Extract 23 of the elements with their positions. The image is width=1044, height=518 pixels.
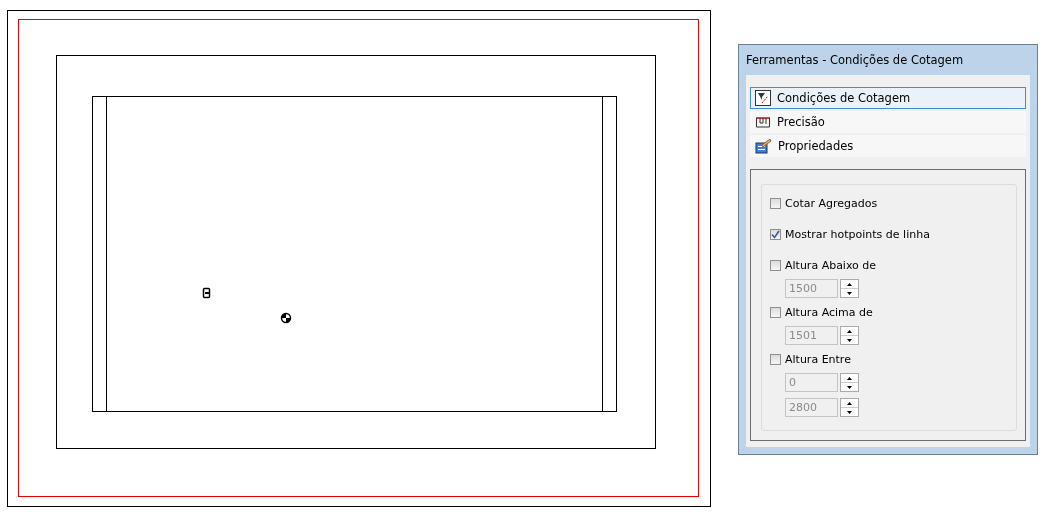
checkbox[interactable] [770, 259, 781, 271]
section-item[interactable]: Precisão [750, 111, 1026, 133]
hotpoint-icon [202, 287, 211, 299]
panel-title: Ferramentas - Condições de Cotagem [746, 52, 965, 69]
checkbox[interactable] [770, 353, 781, 365]
checkbox-label: Altura Entre [785, 352, 851, 366]
filter-icon [755, 90, 771, 106]
checkbox-label: Altura Abaixo de [785, 258, 877, 272]
checkbox[interactable] [770, 306, 781, 318]
spin-buttons[interactable] [840, 326, 859, 345]
target-icon [280, 312, 292, 324]
checkbox[interactable] [770, 228, 781, 240]
checkbox-label: Cotar Agregados [785, 196, 878, 210]
spin-buttons[interactable] [840, 279, 859, 298]
ruler-icon [755, 115, 771, 129]
spin-buttons[interactable] [840, 373, 859, 392]
properties-icon [755, 138, 772, 154]
spin-buttons[interactable] [840, 398, 859, 417]
checkbox[interactable] [770, 197, 781, 209]
section-item[interactable]: Condições de Cotagem [750, 87, 1026, 109]
section-item[interactable]: Propriedades [750, 135, 1026, 157]
checkbox-label: Mostrar hotpoints de linha [785, 227, 930, 241]
checkbox-label: Altura Acima de [785, 305, 873, 319]
